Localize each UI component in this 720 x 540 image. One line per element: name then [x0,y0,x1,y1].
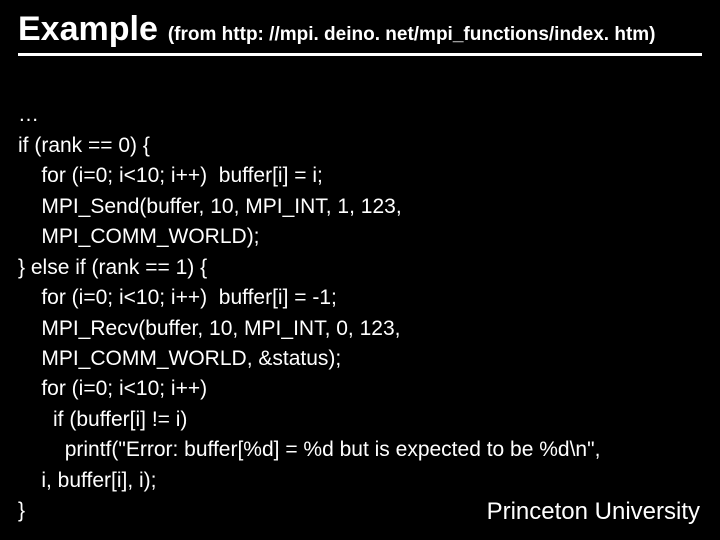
code-line: for (i=0; i<10; i++) [18,377,207,400]
code-line: MPI_COMM_WORLD); [18,225,260,248]
code-block: … if (rank == 0) { for (i=0; i<10; i++) … [18,70,702,527]
code-line: if (buffer[i] != i) [18,408,187,431]
code-line: MPI_Recv(buffer, 10, MPI_INT, 0, 123, [18,317,400,340]
slide-title: Example [18,10,158,49]
footer-text: Princeton University [487,498,700,526]
code-line: } else if (rank == 1) { [18,256,207,279]
code-line: } [18,499,25,522]
slide: Example (from http: //mpi. deino. net/mp… [0,0,720,540]
title-row: Example (from http: //mpi. deino. net/mp… [18,10,702,56]
code-line: MPI_COMM_WORLD, &status); [18,347,341,370]
code-line: printf("Error: buffer[%d] = %d but is ex… [18,438,600,461]
slide-subtitle: (from http: //mpi. deino. net/mpi_functi… [168,24,656,46]
code-line: i, buffer[i], i); [18,469,157,492]
code-line: MPI_Send(buffer, 10, MPI_INT, 1, 123, [18,195,402,218]
code-line: if (rank == 0) { [18,134,150,157]
code-line: … [18,103,39,126]
code-line: for (i=0; i<10; i++) buffer[i] = -1; [18,286,337,309]
code-line: for (i=0; i<10; i++) buffer[i] = i; [18,164,323,187]
